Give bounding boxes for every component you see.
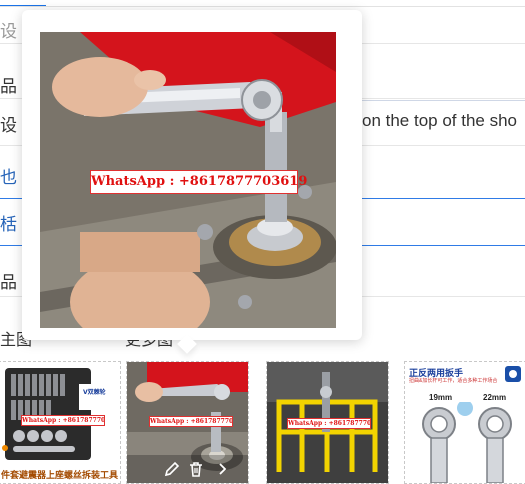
description-input-value: on the top of the sho <box>362 111 518 130</box>
thumbnail-actions <box>127 455 248 483</box>
form-label-5: 栝 <box>0 215 17 234</box>
wrench-illustration <box>422 402 512 483</box>
thumbnail-subtitle: 扭曲&加长杆可工作，适合多种工作场合 <box>409 378 498 384</box>
svg-text:V双棘轮: V双棘轮 <box>83 388 106 396</box>
whatsapp-watermark: WhatsApp : +8617877703619 <box>21 415 105 426</box>
pencil-icon[interactable] <box>163 460 181 478</box>
form-label-6: 品 <box>0 273 17 292</box>
form-label-2: 品 <box>0 77 17 96</box>
thumbnail-caption: 件套避震器上座螺丝拆装工具 <box>0 470 118 480</box>
whatsapp-watermark: WhatsApp : +8617877703619 <box>287 418 371 429</box>
thumbnail-main-image[interactable]: V双棘轮 WhatsApp : +8617877703619 件套避震器上座螺丝… <box>0 361 121 484</box>
chevron-right-icon[interactable] <box>213 460 231 478</box>
trash-icon[interactable] <box>187 460 205 478</box>
whatsapp-watermark: WhatsApp : +8617877703619 <box>149 416 233 427</box>
form-label-1: 设 <box>0 22 17 41</box>
image-preview-popover: WhatsApp : +8617877703619 <box>22 10 362 340</box>
thumbnail-ratchet[interactable]: WhatsApp : +8617877703619 <box>126 361 249 484</box>
size-label-a: 19mm <box>429 393 453 402</box>
size-label-b: 22mm <box>483 393 507 402</box>
brand-logo-icon <box>505 366 521 382</box>
form-label-4: 也 <box>0 168 17 187</box>
thumbnail-wrench-spec[interactable]: 正反两用扳手 扭曲&加长杆可工作，适合多种工作场合 19mm 22mm <box>404 361 525 484</box>
whatsapp-watermark: WhatsApp : +8617877703619 <box>90 170 307 194</box>
thumbnail-stand[interactable]: WhatsApp : +8617877703619 <box>266 361 389 484</box>
form-label-3: 设 <box>0 116 17 135</box>
preview-image: WhatsApp : +8617877703619 <box>40 32 336 328</box>
tab-divider <box>0 6 525 7</box>
